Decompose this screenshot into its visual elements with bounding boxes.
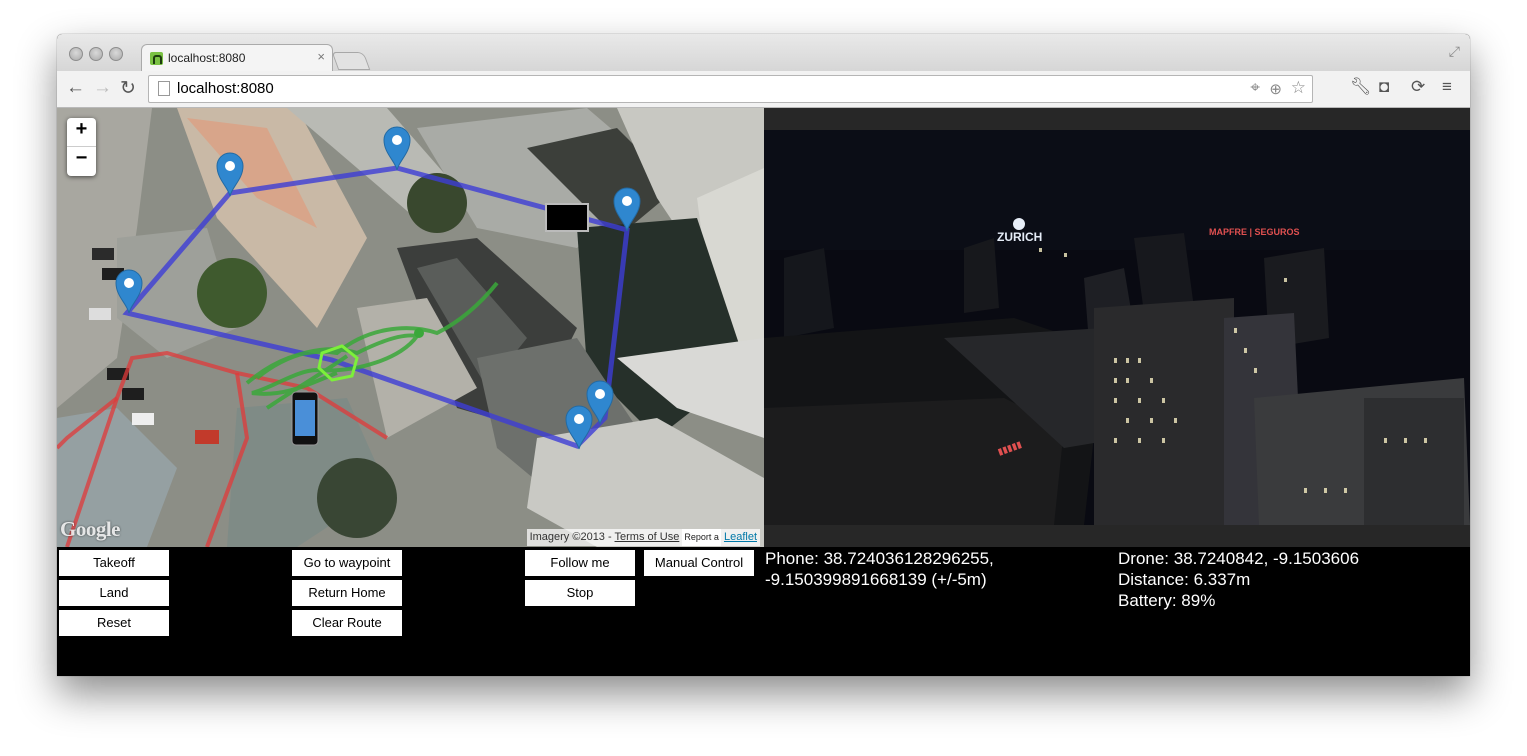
waypoint-marker-icon[interactable]	[215, 151, 245, 197]
wrench-icon[interactable]: 🔧︎	[1350, 77, 1372, 97]
address-bar[interactable]: localhost:8080 ⌖ ⊕ ☆	[148, 75, 1313, 103]
sync-icon[interactable]: ⟳	[1411, 77, 1425, 97]
land-button[interactable]: Land	[59, 580, 169, 606]
return-home-button[interactable]: Return Home	[292, 580, 402, 606]
drone-distance: Distance: 6.337m	[1118, 570, 1251, 589]
menu-icon[interactable]: ≡	[1442, 77, 1452, 97]
drone-status: Drone: 38.7240842, -9.1503606 Distance: …	[1118, 548, 1359, 611]
browser-tab[interactable]: localhost:8080 ×	[141, 44, 333, 72]
browser-window: localhost:8080 × ⤢ ← → ↻ localhost:8080 …	[57, 34, 1470, 676]
zoom-window-button[interactable]	[109, 47, 123, 61]
back-icon[interactable]: ←	[66, 77, 85, 99]
phone-position-line1: Phone: 38.724036128296255,	[765, 549, 994, 568]
zoom-out-button[interactable]: −	[67, 147, 96, 176]
clear-route-button[interactable]: Clear Route	[292, 610, 402, 636]
video-frame: ZURICH MAPFRE | SEGUROS ▮▮▮▮▮	[764, 108, 1470, 547]
sign-zurich: ZURICH	[997, 230, 1042, 244]
zoom-control: + −	[67, 118, 96, 176]
manual-control-button[interactable]: Manual Control	[644, 550, 754, 576]
url-text: localhost:8080	[177, 80, 274, 97]
location-icon[interactable]: ⌖	[1250, 78, 1260, 98]
follow-me-button[interactable]: Follow me	[525, 550, 635, 576]
google-logo: Google	[60, 517, 121, 541]
tab-close-icon[interactable]: ×	[317, 49, 325, 64]
map-attribution: Imagery ©2013 - Terms of Use Report a Le…	[526, 529, 760, 546]
star-icon[interactable]: ☆	[1291, 78, 1306, 98]
waypoint-marker-icon[interactable]	[382, 125, 412, 171]
drone-position: Drone: 38.7240842, -9.1503606	[1118, 549, 1360, 568]
forward-icon[interactable]: →	[93, 77, 112, 99]
zoom-in-button[interactable]: +	[67, 118, 96, 147]
tab-title: localhost:8080	[168, 51, 246, 65]
takeoff-button[interactable]: Takeoff	[59, 550, 169, 576]
zoom-icon[interactable]: ⊕	[1269, 80, 1282, 98]
report-error-link[interactable]: Report a	[682, 529, 721, 546]
attribution-imagery: Imagery ©2013 -	[529, 531, 615, 543]
pocket-icon[interactable]: ◘	[1379, 77, 1389, 97]
waypoint-marker-icon[interactable]	[564, 404, 594, 450]
satellite-imagery	[57, 108, 764, 547]
minimize-window-button[interactable]	[89, 47, 103, 61]
drone-battery: Battery: 89%	[1118, 591, 1216, 610]
favicon-icon	[150, 52, 163, 65]
new-tab-button[interactable]	[331, 52, 371, 70]
tab-strip: localhost:8080 × ⤢	[57, 34, 1470, 72]
terms-of-use-link[interactable]: Terms of Use	[615, 531, 680, 543]
page-icon	[158, 81, 170, 96]
close-window-button[interactable]	[69, 47, 83, 61]
reset-button[interactable]: Reset	[59, 610, 169, 636]
go-to-waypoint-button[interactable]: Go to waypoint	[292, 550, 402, 576]
page-content: + − Google Imagery ©2013 - Terms of Use …	[57, 108, 1470, 676]
fullscreen-icon[interactable]: ⤢	[1449, 43, 1460, 60]
map-view[interactable]: + − Google Imagery ©2013 - Terms of Use …	[57, 108, 764, 547]
leaflet-link[interactable]: Leaflet	[724, 531, 757, 543]
stop-button[interactable]: Stop	[525, 580, 635, 606]
browser-toolbar: ← → ↻ localhost:8080 ⌖ ⊕ ☆ 🔧︎ ◘ ⟳ ≡	[57, 71, 1470, 108]
phone-position-line2: -9.150399891668139 (+/-5m)	[765, 570, 987, 589]
waypoint-marker-icon[interactable]	[114, 268, 144, 314]
phone-position: Phone: 38.724036128296255, -9.1503998916…	[765, 548, 994, 590]
sign-red: MAPFRE | SEGUROS	[1209, 227, 1300, 237]
reload-icon[interactable]: ↻	[120, 77, 136, 100]
drone-video-feed: ZURICH MAPFRE | SEGUROS ▮▮▮▮▮	[764, 108, 1470, 547]
waypoint-marker-icon[interactable]	[612, 186, 642, 232]
